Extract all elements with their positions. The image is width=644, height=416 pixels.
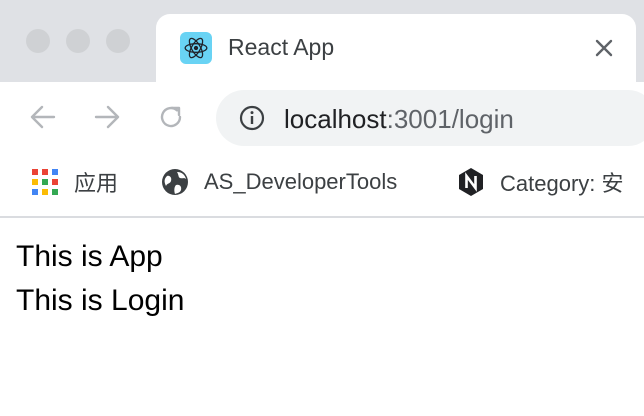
bookmark-category[interactable]: Category: 安	[456, 166, 624, 198]
login-text: This is Login	[16, 284, 185, 317]
bookmark-apps-label: 应用	[74, 171, 119, 196]
nuxt-n-icon	[459, 168, 483, 196]
window-minimize-dot[interactable]	[66, 29, 90, 53]
url-path: :3001/login	[386, 104, 514, 134]
arrow-right-icon	[94, 105, 120, 129]
window-zoom-dot[interactable]	[106, 29, 130, 53]
bookmark-category-label: Category: 安	[500, 171, 624, 196]
back-button[interactable]	[26, 100, 60, 134]
address-url[interactable]: localhost:3001/login	[284, 104, 514, 135]
info-circle-icon[interactable]	[238, 104, 266, 132]
globe-icon	[162, 169, 188, 195]
tab-strip: React App	[0, 0, 644, 82]
browser-toolbar: localhost:3001/login	[0, 82, 644, 152]
close-tab-icon[interactable]	[590, 34, 618, 62]
url-host: localhost	[284, 104, 387, 134]
bookmarks-bar: 应用 AS_DeveloperTools Category: 安	[0, 152, 644, 218]
window-close-dot[interactable]	[26, 29, 50, 53]
reload-icon	[160, 106, 182, 128]
apps-grid-icon	[32, 169, 58, 195]
reload-button[interactable]	[154, 100, 188, 134]
bookmark-as-developertools-label: AS_DeveloperTools	[204, 169, 398, 194]
page-content: This is App This is Login	[0, 220, 644, 416]
app-text: This is App	[16, 240, 163, 273]
forward-button[interactable]	[90, 100, 124, 134]
browser-tab[interactable]: React App	[156, 14, 636, 82]
bookmark-as-developertools[interactable]: AS_DeveloperTools	[160, 166, 397, 198]
arrow-left-icon	[30, 105, 56, 129]
address-bar[interactable]: localhost:3001/login	[216, 90, 644, 146]
tab-title: React App	[228, 34, 335, 60]
react-logo-icon	[180, 32, 212, 64]
bookmark-apps[interactable]: 应用	[30, 166, 118, 198]
